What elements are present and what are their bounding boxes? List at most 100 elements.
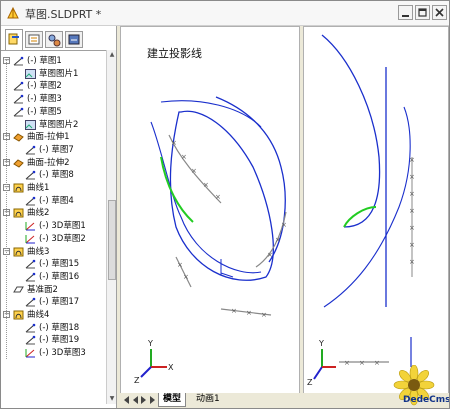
svg-text:×: × [203, 181, 209, 189]
tree-item-label: (-) 草图7 [39, 144, 74, 155]
tree-vertical-scrollbar[interactable]: ▲ ▼ [106, 50, 116, 404]
feature-manager-panel: − (-) 草图1 草图图片1 (-) 草图2 (-) 草图3 (-) 草图5 草图图片2−… [1, 26, 117, 408]
surface-extrude-icon [13, 158, 24, 168]
tree-item[interactable]: (-) 草图18 [1, 322, 106, 334]
solidworks-window: 草图.SLDPRT * −(-) 草图1草图图片1(-) 草图2(-) [0, 0, 450, 409]
3d-sketch-icon [25, 348, 36, 358]
tree-item[interactable]: (-) 草图19 [1, 334, 106, 346]
3d-sketch-icon [25, 221, 36, 231]
svg-text:×: × [215, 193, 221, 201]
svg-text:×: × [177, 261, 183, 269]
svg-text:Z: Z [134, 376, 140, 385]
tree-item[interactable]: 草图图片2 [1, 119, 106, 131]
tree-item[interactable]: − 曲线3 [1, 246, 106, 258]
title-bar: 草图.SLDPRT * [1, 1, 449, 26]
tree-item[interactable]: (-) 草图8 [1, 169, 106, 181]
sketch-icon [13, 56, 24, 66]
maximize-button[interactable] [415, 5, 430, 20]
close-button[interactable] [432, 5, 447, 20]
svg-text:×: × [191, 167, 197, 175]
sketch-icon [25, 259, 36, 269]
tree-item[interactable]: − 曲线1 [1, 182, 106, 194]
svg-text:×: × [275, 236, 281, 244]
tree-item-label: (-) 草图3 [27, 94, 62, 105]
tree-item[interactable]: − (-) 草图1 [1, 55, 106, 67]
tree-item-label: (-) 草图2 [27, 81, 62, 92]
tab-animation[interactable]: 动画1 [192, 393, 224, 406]
tree-item[interactable]: − 曲面-拉伸1 [1, 131, 106, 143]
front-view-curves: ××××× ××× ×× × × × Y X Z [134, 96, 287, 385]
tree-item[interactable]: (-) 草图16 [1, 271, 106, 283]
tree-item-label: 曲线4 [27, 310, 50, 320]
tree-item[interactable]: (-) 草图4 [1, 195, 106, 207]
tree-item[interactable]: (-) 草图7 [1, 144, 106, 156]
tree-item-label: (-) 草图5 [27, 106, 62, 117]
side-view-curves: × × × × × × × × × × Y Z [307, 34, 415, 387]
scroll-down-icon[interactable]: ▼ [107, 394, 116, 404]
sketch-icon [25, 170, 36, 180]
minimize-icon [402, 15, 409, 17]
tree-item-label: (-) 草图4 [39, 195, 74, 206]
configuration-manager-tab[interactable] [45, 31, 63, 48]
sketch-picture-icon [25, 119, 36, 130]
property-manager-icon [28, 34, 40, 45]
sketch-icon [25, 272, 36, 282]
plane-icon [13, 285, 24, 295]
dimxpert-tab[interactable] [65, 31, 83, 48]
tree-item-label: 草图图片1 [39, 68, 79, 79]
feature-tree: − (-) 草图1 草图图片1 (-) 草图2 (-) 草图3 (-) 草图5 草图图片2−… [1, 50, 106, 405]
tree-item[interactable]: 基准面2 [1, 284, 106, 296]
tree-item[interactable]: (-) 3D草图2 [1, 233, 106, 245]
part-document-icon [7, 6, 19, 19]
curve-icon [13, 183, 24, 193]
sketch-picture-icon [25, 68, 36, 79]
tree-item-label: (-) 草图18 [39, 322, 80, 333]
3d-sketch-icon [25, 234, 36, 244]
window-title: 草图.SLDPRT * [25, 8, 102, 21]
tree-item[interactable]: − 曲面-拉伸2 [1, 157, 106, 169]
tree-item[interactable]: − 曲线4 [1, 309, 106, 321]
svg-text:×: × [409, 156, 415, 164]
svg-text:×: × [231, 307, 237, 315]
graphics-viewport-left[interactable]: 建立投影线 × × × × × × × × × × × × × Y X Z [120, 26, 300, 394]
svg-text:×: × [409, 207, 415, 215]
first-tab-icon[interactable] [122, 395, 130, 405]
property-manager-tab[interactable] [25, 31, 43, 48]
sketch-icon [25, 323, 36, 333]
tree-item-label: 曲面-拉伸2 [27, 157, 70, 168]
tree-item-label: (-) 草图1 [27, 56, 62, 66]
tree-item[interactable]: (-) 草图15 [1, 258, 106, 270]
scroll-up-icon[interactable]: ▲ [107, 50, 116, 60]
prev-tab-icon[interactable] [131, 395, 139, 405]
curve-icon [13, 247, 24, 257]
tree-item[interactable]: − 曲线2 [1, 207, 106, 219]
tree-item[interactable]: (-) 3D草图3 [1, 347, 106, 359]
tree-item[interactable]: (-) 草图17 [1, 296, 106, 308]
tree-item-label: 曲面-拉伸1 [27, 132, 70, 143]
svg-text:×: × [246, 309, 252, 317]
tree-item[interactable]: (-) 3D草图1 [1, 220, 106, 232]
sketch-icon [13, 81, 24, 91]
watermark-text: DedeCmsV3 [403, 395, 450, 405]
curve-icon [13, 208, 24, 218]
svg-text:×: × [409, 241, 415, 249]
tree-item[interactable]: 草图图片1 [1, 68, 106, 80]
feature-manager-tab[interactable] [5, 29, 23, 50]
tree-item-label: 基准面2 [27, 284, 58, 295]
tree-item-label: (-) 草图17 [39, 297, 80, 308]
tree-item[interactable]: (-) 草图2 [1, 80, 106, 92]
tree-item-label: 曲线3 [27, 246, 50, 257]
last-tab-icon[interactable] [149, 395, 157, 405]
surface-extrude-icon [13, 132, 24, 142]
scroll-thumb[interactable] [108, 200, 116, 280]
sketch-icon [13, 107, 24, 117]
feature-manager-icon [8, 33, 19, 45]
minimize-button[interactable] [398, 5, 413, 20]
tree-item[interactable]: (-) 草图3 [1, 93, 106, 105]
svg-text:×: × [409, 224, 415, 232]
graphics-viewport-right[interactable]: × × × × × × × × × × Y Z [303, 26, 449, 394]
tree-item[interactable]: (-) 草图5 [1, 106, 106, 118]
dimxpert-icon [68, 34, 80, 45]
next-tab-icon[interactable] [140, 395, 148, 405]
tab-model[interactable]: 模型 [158, 393, 187, 407]
